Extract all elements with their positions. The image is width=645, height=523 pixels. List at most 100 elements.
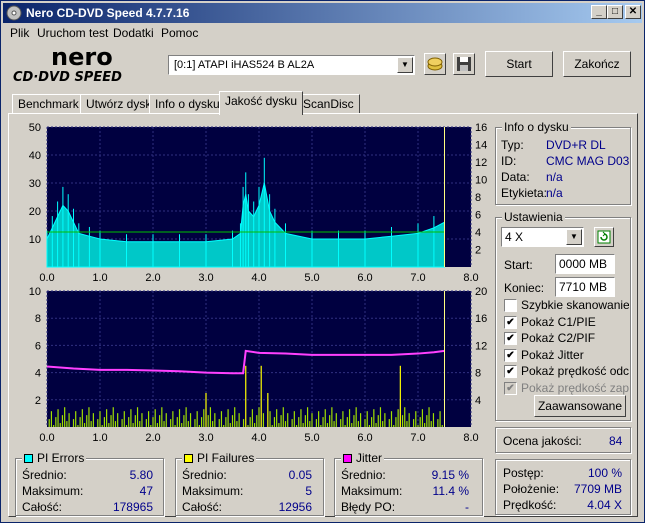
drive-select[interactable]: [0:1] ATAPI iHAS524 B AL2A ▼ xyxy=(168,55,415,75)
disc-info-title: Info o dysku xyxy=(502,120,571,134)
disc-info-button[interactable] xyxy=(424,53,446,75)
checkbox-2[interactable]: ✔ xyxy=(504,332,517,345)
y-left-tick-label: 8 xyxy=(35,313,41,325)
pi-failures-total-value: 12956 xyxy=(278,500,312,514)
chevron-down-icon[interactable]: ▼ xyxy=(566,229,582,245)
exit-button[interactable]: Zakończ xyxy=(563,51,631,77)
y-right-tick-label: 12 xyxy=(475,340,487,352)
menu-file[interactable]: Plik xyxy=(10,26,29,40)
checkbox-label-0: Szybkie skanowanie xyxy=(521,298,629,312)
x-tick-label: 2.0 xyxy=(145,432,160,444)
tab-create-disc[interactable]: Utwórz dysk xyxy=(80,94,158,114)
save-icon xyxy=(457,57,471,71)
jitter-title: Jitter xyxy=(341,451,385,465)
tab-scandisc[interactable]: ScanDisc xyxy=(297,94,360,114)
position-label: Położenie: xyxy=(503,482,560,496)
jitter-avg-label: Średnio: xyxy=(341,468,386,482)
disc-label-value: n/a xyxy=(546,186,563,200)
pi-errors-max-label: Maksimum: xyxy=(22,484,84,498)
menu-extras[interactable]: Dodatki xyxy=(113,26,154,40)
tab-disc-quality[interactable]: Jakość dysku xyxy=(219,91,304,115)
progress-value: 100 % xyxy=(587,466,622,480)
maximize-button[interactable]: □ xyxy=(607,5,623,19)
disc-id-value: CMC MAG D03 xyxy=(546,154,630,168)
menu-run-test[interactable]: Uruchom test xyxy=(37,26,108,40)
minimize-button[interactable]: _ xyxy=(591,5,607,19)
y-right-tick-label: 16 xyxy=(475,122,487,134)
settings-title: Ustawienia xyxy=(502,210,565,224)
menu-help[interactable]: Pomoc xyxy=(161,26,198,40)
disc-type-value: DVD+R DL xyxy=(546,138,606,152)
speed-value: 4.04 X xyxy=(587,498,622,512)
start-button[interactable]: Start xyxy=(485,51,553,77)
x-tick-label: 6.0 xyxy=(357,432,372,444)
speed-select[interactable]: 4 X ▼ xyxy=(501,227,584,247)
y-left-tick-label: 50 xyxy=(29,122,41,134)
checkbox-1[interactable]: ✔ xyxy=(504,315,517,329)
y-right-tick-label: 2 xyxy=(475,245,481,257)
logo-graphic: nero CD·DVD SPEED xyxy=(13,43,122,85)
y-left-tick-label: 10 xyxy=(29,286,41,298)
checkbox-label-4: Pokaż prędkość odczytu xyxy=(521,364,629,378)
jitter-max-value: 11.4 % xyxy=(432,484,469,498)
x-tick-label: 0.0 xyxy=(39,432,54,444)
jitter-group: Jitter Średnio: 9.15 % Maksimum: 11.4 % … xyxy=(334,451,483,516)
checkbox-0[interactable] xyxy=(504,299,517,312)
x-tick-label: 5.0 xyxy=(304,432,319,444)
quality-label: Ocena jakości: xyxy=(503,434,582,448)
jitter-swatch xyxy=(343,454,352,463)
pi-failures-swatch xyxy=(184,454,193,463)
save-button[interactable] xyxy=(453,53,475,75)
app-window: Nero CD-DVD Speed 4.7.7.16 _ □ ✕ Plik Ur… xyxy=(0,0,645,523)
window-title: Nero CD-DVD Speed 4.7.7.16 xyxy=(26,6,190,20)
y-right-tick-label: 8 xyxy=(475,368,481,380)
x-tick-label: 0.0 xyxy=(39,272,54,283)
quality-value: 84 xyxy=(609,434,623,448)
pi-errors-swatch xyxy=(24,454,33,463)
progress-label: Postęp: xyxy=(503,466,544,480)
disc-info-group: Info o dysku Typ: DVD+R DL ID: CMC MAG D… xyxy=(495,120,631,205)
pi-errors-chart: 0.0 1.0 2.0 3.0 4.0 5.0 6.0 7.0 8.0 50 40 30 20 10 16 1… xyxy=(29,122,488,283)
checkbox-4[interactable]: ✔ xyxy=(504,365,517,378)
y-left-tick-label: 2 xyxy=(35,395,41,407)
jitter-avg-value: 9.15 % xyxy=(431,468,469,482)
pi-errors-title: PI Errors xyxy=(22,451,87,465)
checkbox-3[interactable]: ✔ xyxy=(504,348,517,362)
y-right-tick-label: 20 xyxy=(475,286,487,298)
refresh-button[interactable] xyxy=(594,227,614,247)
end-field[interactable]: 7710 MB xyxy=(555,277,615,297)
tab-disc-info[interactable]: Info o dysku xyxy=(149,94,226,114)
advanced-button[interactable]: Zaawansowane xyxy=(534,395,626,417)
checkbox-label-3: Pokaż Jitter xyxy=(521,347,584,362)
x-tick-label: 3.0 xyxy=(198,272,213,283)
start-field[interactable]: 0000 MB xyxy=(555,254,615,274)
x-tick-label: 6.0 xyxy=(357,272,372,283)
chevron-down-icon[interactable]: ▼ xyxy=(397,57,413,73)
y-right-tick-label: 12 xyxy=(475,157,487,169)
x-tick-label: 7.0 xyxy=(410,432,425,444)
pi-failures-total-label: Całość: xyxy=(182,500,223,514)
x-tick-label: 3.0 xyxy=(198,432,213,444)
disc-id-label: ID: xyxy=(501,154,517,168)
y-right-tick-label: 4 xyxy=(475,227,481,239)
x-tick-label: 8.0 xyxy=(463,432,478,444)
pi-errors-total-label: Całość: xyxy=(22,500,63,514)
x-tick-label: 1.0 xyxy=(92,432,107,444)
svg-text:nero: nero xyxy=(51,45,113,71)
jitter-title-text: Jitter xyxy=(356,451,383,465)
jitter-max-label: Maksimum: xyxy=(341,484,403,498)
end-label: Koniec: xyxy=(504,281,545,295)
tab-benchmark[interactable]: Benchmark xyxy=(12,94,85,114)
pi-errors-avg-label: Średnio: xyxy=(22,468,67,482)
disc-stack-icon xyxy=(427,57,443,71)
close-button[interactable]: ✕ xyxy=(625,5,641,19)
title-bar[interactable]: Nero CD-DVD Speed 4.7.7.16 _ □ ✕ xyxy=(3,3,642,23)
checkbox-label-5: Pokaż prędkość zapisu xyxy=(521,380,629,395)
pi-errors-total-value: 178965 xyxy=(112,500,153,514)
y-left-tick-label: 40 xyxy=(29,150,41,162)
po-errors-value: - xyxy=(465,500,469,514)
pi-failures-group: PI Failures Średnio: 0.05 Maksimum: 5 Ca… xyxy=(175,451,324,516)
pi-failures-chart: 0.0 1.0 2.0 3.0 4.0 5.0 6.0 7.0 8.0 10 8 6 4 2 20 16 12 8… xyxy=(29,286,488,444)
disc-date-label: Data: xyxy=(501,170,530,184)
pi-errors-title-text: PI Errors xyxy=(37,451,85,465)
